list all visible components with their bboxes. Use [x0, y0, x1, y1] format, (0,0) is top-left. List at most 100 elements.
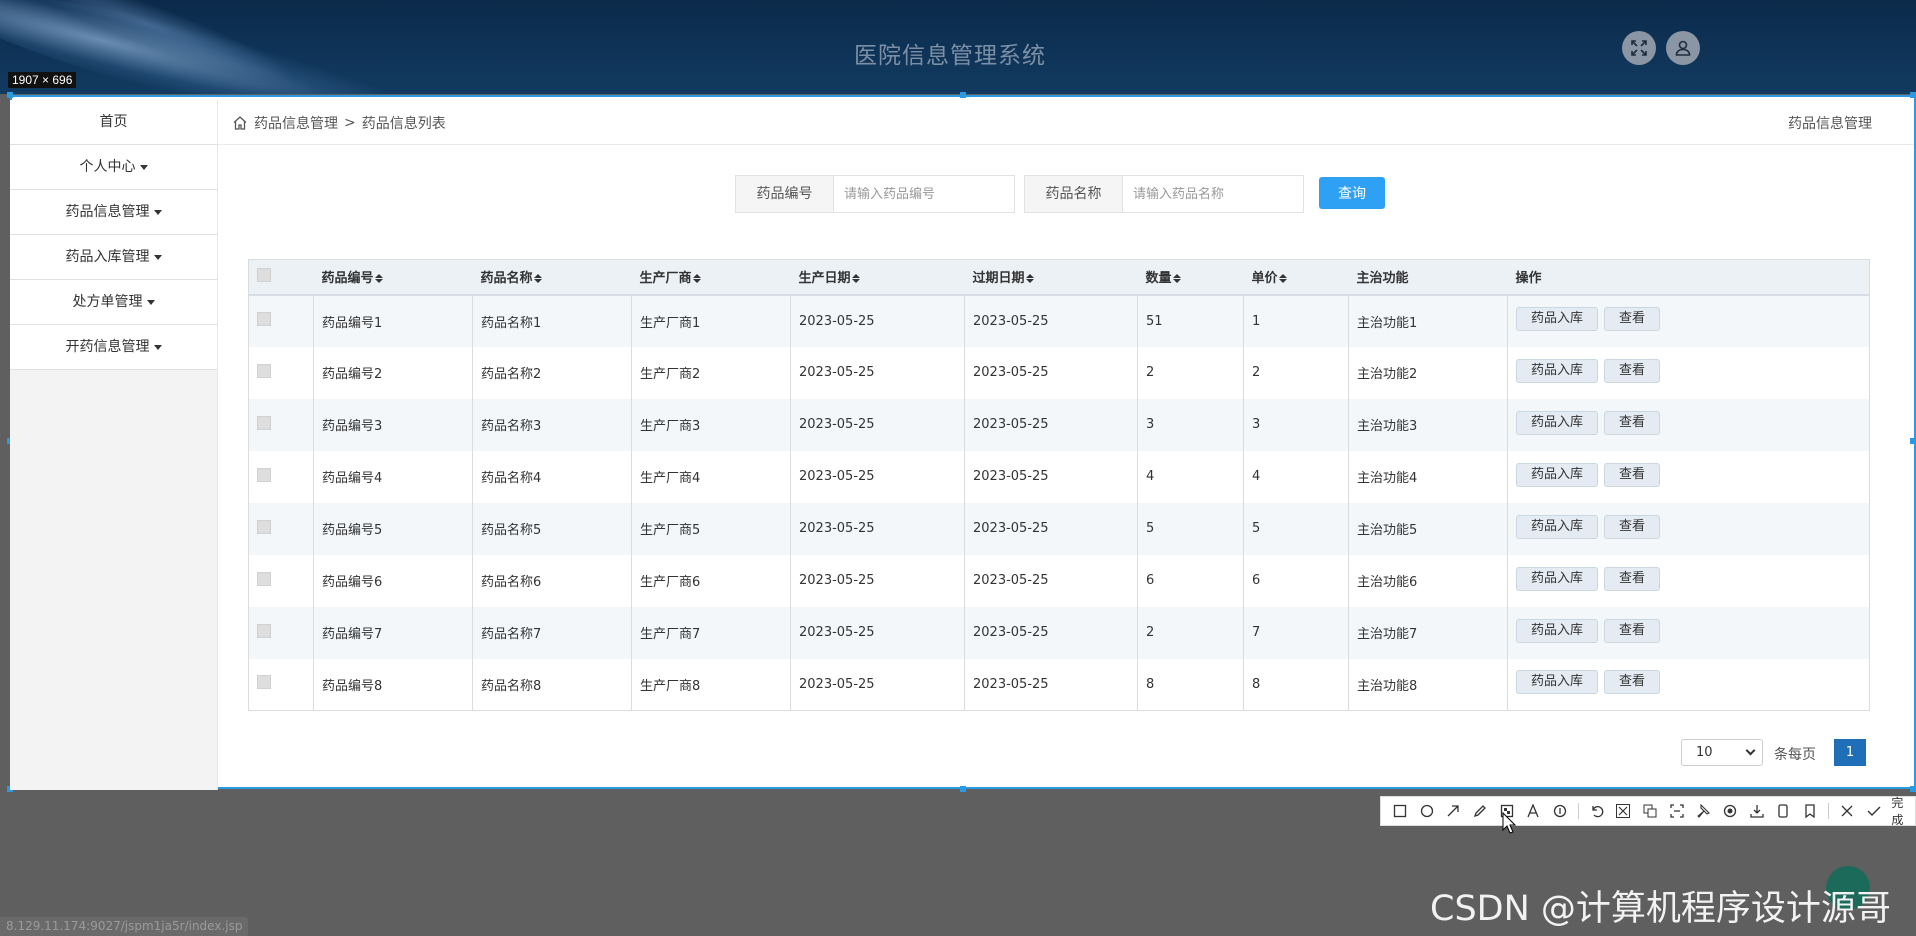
- cell-name: 药品名称2: [472, 346, 632, 399]
- cell-actions: 药品入库 查看: [1507, 502, 1870, 555]
- download-icon[interactable]: [1746, 800, 1768, 822]
- cell-price: 6: [1243, 554, 1349, 607]
- ellipse-tool-icon[interactable]: [1416, 800, 1438, 822]
- selection-handle[interactable]: [960, 786, 966, 792]
- row-checkbox[interactable]: [257, 363, 271, 378]
- view-button[interactable]: 查看: [1604, 358, 1661, 383]
- arrow-tool-icon[interactable]: [1442, 800, 1464, 822]
- sidebar-item-prescription[interactable]: 处方单管理: [10, 280, 217, 325]
- cell-expiry-date: 2023-05-25: [964, 346, 1138, 399]
- phone-icon[interactable]: [1773, 800, 1795, 822]
- sidebar-item-personal-center[interactable]: 个人中心: [10, 145, 217, 190]
- table-row: 药品编号6 药品名称6 生产厂商6 2023-05-25 2023-05-25 6 6 主治功…: [248, 554, 1870, 607]
- text-tool-icon[interactable]: [1522, 800, 1544, 822]
- stock-in-button[interactable]: 药品入库: [1516, 618, 1599, 643]
- drug-name-input[interactable]: [1123, 176, 1303, 212]
- number-tool-icon[interactable]: [1549, 800, 1571, 822]
- pin-icon[interactable]: [1693, 800, 1715, 822]
- row-checkbox[interactable]: [257, 571, 271, 586]
- column-header[interactable]: 生产日期: [790, 259, 965, 296]
- check-icon[interactable]: [1863, 800, 1885, 822]
- drug-code-input[interactable]: [834, 176, 1014, 212]
- sort-icon[interactable]: [1278, 274, 1287, 284]
- translate-icon[interactable]: [1639, 800, 1661, 822]
- select-all-checkbox[interactable]: [257, 267, 271, 282]
- sort-icon[interactable]: [851, 274, 860, 284]
- scissors-icon[interactable]: [1612, 800, 1634, 822]
- query-button[interactable]: 查询: [1319, 177, 1385, 209]
- page-button-current[interactable]: 1: [1834, 739, 1866, 766]
- cell-code: 药品编号1: [313, 294, 473, 347]
- stock-in-button[interactable]: 药品入库: [1516, 410, 1599, 435]
- column-header[interactable]: 单价: [1243, 259, 1349, 296]
- ocr-icon[interactable]: [1666, 800, 1688, 822]
- done-button[interactable]: 完成: [1891, 794, 1915, 828]
- column-header[interactable]: 过期日期: [964, 259, 1138, 296]
- stock-in-button[interactable]: 药品入库: [1516, 670, 1599, 695]
- view-button[interactable]: 查看: [1604, 410, 1661, 435]
- bookmark-icon[interactable]: [1799, 800, 1821, 822]
- page-size-select[interactable]: 10: [1681, 739, 1763, 766]
- stock-in-button[interactable]: 药品入库: [1516, 462, 1599, 487]
- view-button[interactable]: 查看: [1604, 566, 1661, 591]
- stock-in-button[interactable]: 药品入库: [1516, 514, 1599, 539]
- sort-icon[interactable]: [374, 274, 383, 284]
- column-header[interactable]: 药品编号: [313, 259, 473, 296]
- selection-handle[interactable]: [1910, 92, 1916, 98]
- view-button[interactable]: 查看: [1604, 307, 1661, 331]
- stock-in-button[interactable]: 药品入库: [1516, 566, 1599, 591]
- view-button[interactable]: 查看: [1604, 670, 1661, 695]
- user-button[interactable]: [1666, 31, 1700, 65]
- breadcrumb-current: 药品信息列表: [361, 116, 446, 132]
- row-checkbox[interactable]: [257, 312, 271, 326]
- sidebar-item-dispense[interactable]: 开药信息管理: [10, 325, 217, 370]
- row-checkbox[interactable]: [257, 519, 271, 534]
- table-row: 药品编号8 药品名称8 生产厂商8 2023-05-25 2023-05-25 8 8 主治功…: [248, 658, 1870, 711]
- column-header[interactable]: 生产厂商: [631, 259, 791, 296]
- pen-tool-icon[interactable]: [1469, 800, 1491, 822]
- sort-icon[interactable]: [1025, 274, 1034, 284]
- selection-handle[interactable]: [1910, 438, 1916, 444]
- sort-icon[interactable]: [692, 274, 701, 284]
- breadcrumb: 药品信息管理 > 药品信息列表: [232, 113, 446, 133]
- column-header[interactable]: 药品名称: [472, 259, 632, 296]
- view-button[interactable]: 查看: [1604, 618, 1661, 643]
- cell-name: 药品名称1: [472, 294, 632, 347]
- cell-qty: 5: [1137, 502, 1244, 555]
- row-checkbox[interactable]: [257, 415, 271, 430]
- view-button[interactable]: 查看: [1604, 462, 1661, 487]
- close-icon[interactable]: [1836, 800, 1858, 822]
- cell-name: 药品名称5: [472, 502, 632, 555]
- undo-icon[interactable]: [1586, 800, 1608, 822]
- stock-in-button[interactable]: 药品入库: [1516, 307, 1599, 331]
- record-icon[interactable]: [1719, 800, 1741, 822]
- sort-icon[interactable]: [533, 274, 542, 284]
- column-header[interactable]: 数量: [1137, 259, 1244, 296]
- column-header: 主治功能: [1348, 259, 1508, 296]
- stock-in-button[interactable]: 药品入库: [1516, 358, 1599, 383]
- cell-code: 药品编号2: [313, 346, 473, 399]
- cell-prod-date: 2023-05-25: [790, 502, 965, 555]
- rectangle-tool-icon[interactable]: [1389, 800, 1411, 822]
- home-icon[interactable]: [232, 115, 248, 131]
- view-button[interactable]: 查看: [1604, 514, 1661, 539]
- sidebar-item-drug-stock[interactable]: 药品入库管理: [10, 235, 217, 280]
- sidebar-item-home[interactable]: 首页: [10, 100, 217, 145]
- table-row: 药品编号4 药品名称4 生产厂商4 2023-05-25 2023-05-25 4 4 主治功…: [248, 450, 1870, 503]
- toolbar-divider: [1827, 803, 1829, 819]
- row-checkbox[interactable]: [257, 675, 271, 690]
- capture-size-label: 1907 × 696: [8, 72, 77, 88]
- breadcrumb-root[interactable]: 药品信息管理: [254, 113, 338, 133]
- row-checkbox[interactable]: [257, 623, 271, 638]
- caret-down-icon: [139, 164, 148, 170]
- sort-icon[interactable]: [1172, 274, 1181, 284]
- row-checkbox[interactable]: [257, 467, 271, 482]
- sidebar-item-drug-info[interactable]: 药品信息管理: [10, 190, 217, 235]
- row-select-cell: [248, 554, 314, 607]
- csdn-watermark: CSDN @计算机程序设计源哥: [1430, 889, 1891, 929]
- selection-handle[interactable]: [1910, 786, 1916, 792]
- per-page-label: 条每页: [1774, 747, 1816, 763]
- fullscreen-button[interactable]: [1622, 31, 1656, 65]
- selection-handle[interactable]: [7, 92, 13, 98]
- selection-handle[interactable]: [960, 92, 966, 98]
